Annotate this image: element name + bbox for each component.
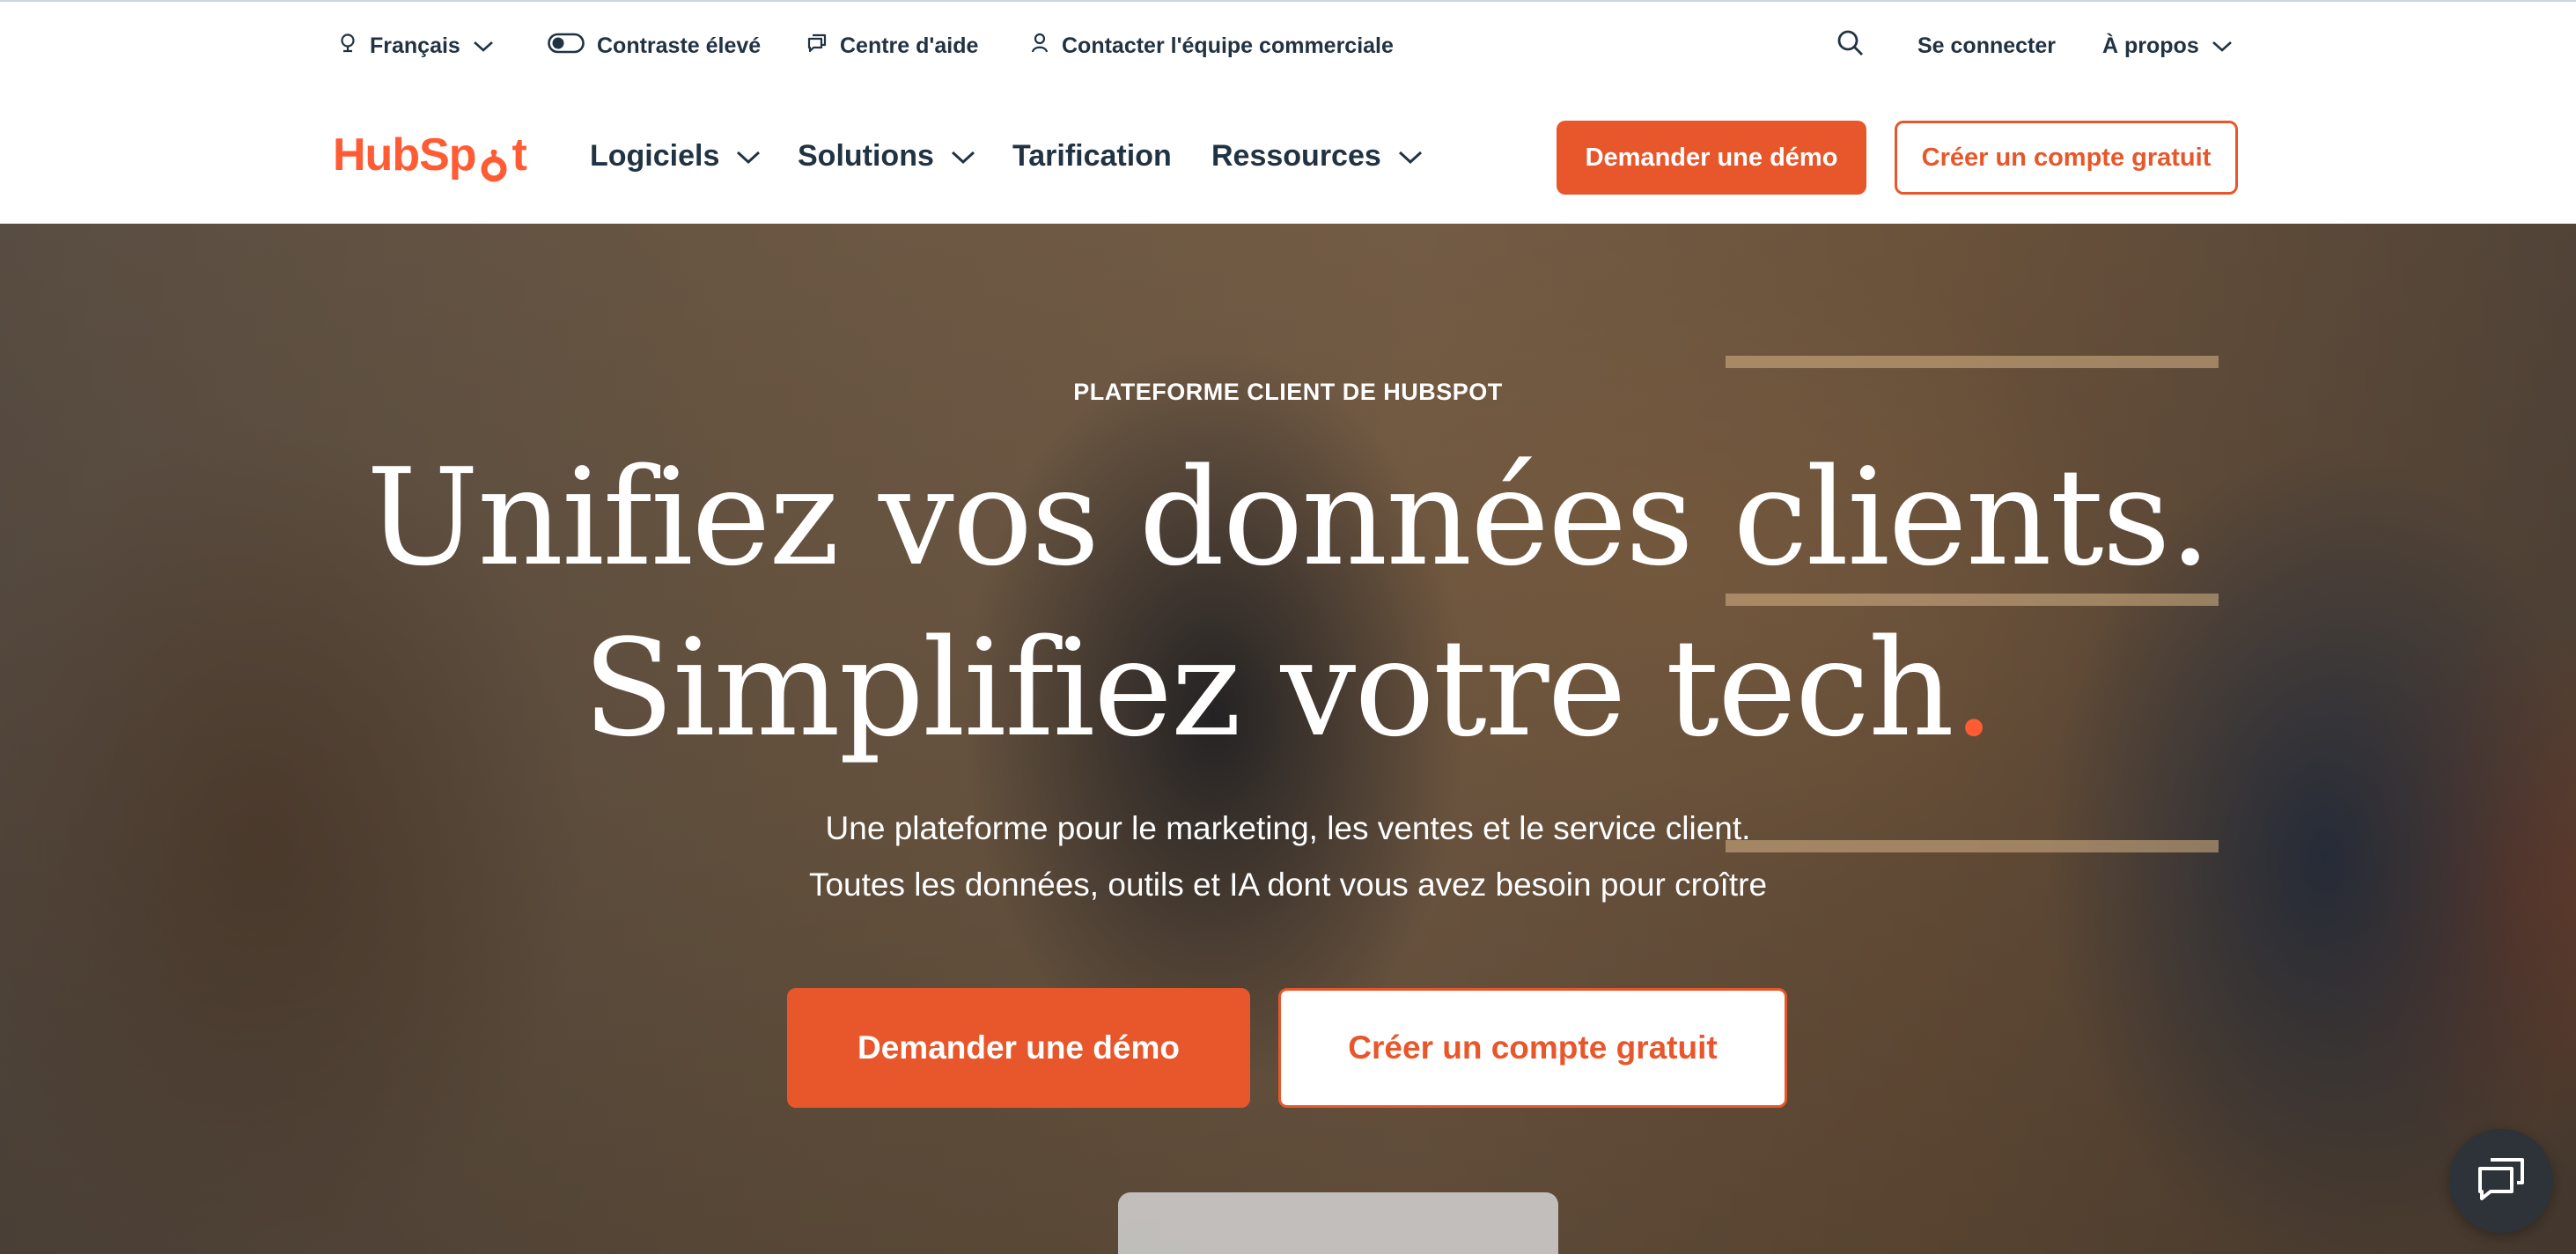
hero-headline-line-2: Simplifiez votre tech. — [0, 622, 2576, 756]
nav-demo-button[interactable]: Demander une démo — [1557, 121, 1866, 195]
hubspot-logo[interactable]: HubSp t — [333, 129, 527, 182]
search-icon — [1836, 29, 1865, 63]
login-link[interactable]: Se connecter — [1917, 2, 2056, 90]
hero-section: PLATEFORME CLIENT DE HUBSPOT Unifiez vos… — [0, 224, 2576, 1254]
chevron-down-icon — [473, 33, 494, 59]
main-nav: HubSp t Logiciels Solutions Tarification … — [0, 88, 2576, 224]
nav-item-ressources[interactable]: Ressources — [1211, 88, 1424, 224]
hero-subtitle-line-1: Une plateforme pour le marketing, les ve… — [825, 810, 1751, 846]
chevron-down-icon — [1397, 139, 1424, 173]
hero-headline-dot: . — [1952, 610, 1995, 766]
help-center-link[interactable]: Centre d'aide — [806, 2, 978, 90]
nav-item-label: Tarification — [1012, 138, 1172, 173]
hero-signup-button[interactable]: Créer un compte gratuit — [1278, 988, 1787, 1108]
contact-sales-link[interactable]: Contacter l'équipe commerciale — [1030, 2, 1394, 90]
utility-bar: Français Contraste élevé Centre d'aide C… — [0, 0, 2576, 88]
nav-item-tarification[interactable]: Tarification — [1012, 88, 1172, 224]
nav-item-label: Solutions — [798, 138, 934, 173]
hero-subtitle-line-2: Toutes les données, outils et IA dont vo… — [808, 867, 1768, 903]
toggle-icon — [548, 33, 585, 60]
help-center-label: Centre d'aide — [840, 33, 979, 58]
chevron-down-icon — [2212, 33, 2233, 59]
contact-sales-label: Contacter l'équipe commerciale — [1062, 33, 1394, 58]
contrast-label: Contraste élevé — [597, 33, 762, 58]
hero-headline-text: Simplifiez votre tech — [582, 610, 1954, 766]
nav-item-logiciels[interactable]: Logiciels — [590, 88, 762, 224]
contrast-toggle[interactable]: Contraste élevé — [548, 2, 761, 90]
hero-demo-button[interactable]: Demander une démo — [787, 988, 1250, 1108]
chevron-down-icon — [735, 139, 762, 173]
nav-item-solutions[interactable]: Solutions — [798, 88, 976, 224]
login-label: Se connecter — [1917, 33, 2057, 58]
language-label: Français — [370, 33, 460, 58]
about-menu[interactable]: À propos — [2102, 2, 2233, 90]
person-icon — [1030, 33, 1049, 60]
nav-item-label: Ressources — [1211, 138, 1381, 173]
chevron-down-icon — [950, 139, 976, 173]
chat-icon — [806, 33, 828, 60]
nav-signup-button[interactable]: Créer un compte gratuit — [1895, 121, 2238, 195]
hero-eyebrow: PLATEFORME CLIENT DE HUBSPOT — [1073, 379, 1503, 405]
nav-item-label: Logiciels — [590, 138, 720, 173]
sprocket-icon — [478, 142, 512, 182]
search-button[interactable] — [1836, 2, 1865, 90]
language-selector[interactable]: Français — [338, 2, 494, 90]
hero-headline-line-1: Unifiez vos données clients. — [366, 439, 2212, 595]
chat-widget-button[interactable] — [2449, 1129, 2553, 1233]
about-label: À propos — [2102, 33, 2199, 58]
chat-bubble-icon — [2477, 1156, 2526, 1206]
globe-icon — [338, 33, 357, 60]
